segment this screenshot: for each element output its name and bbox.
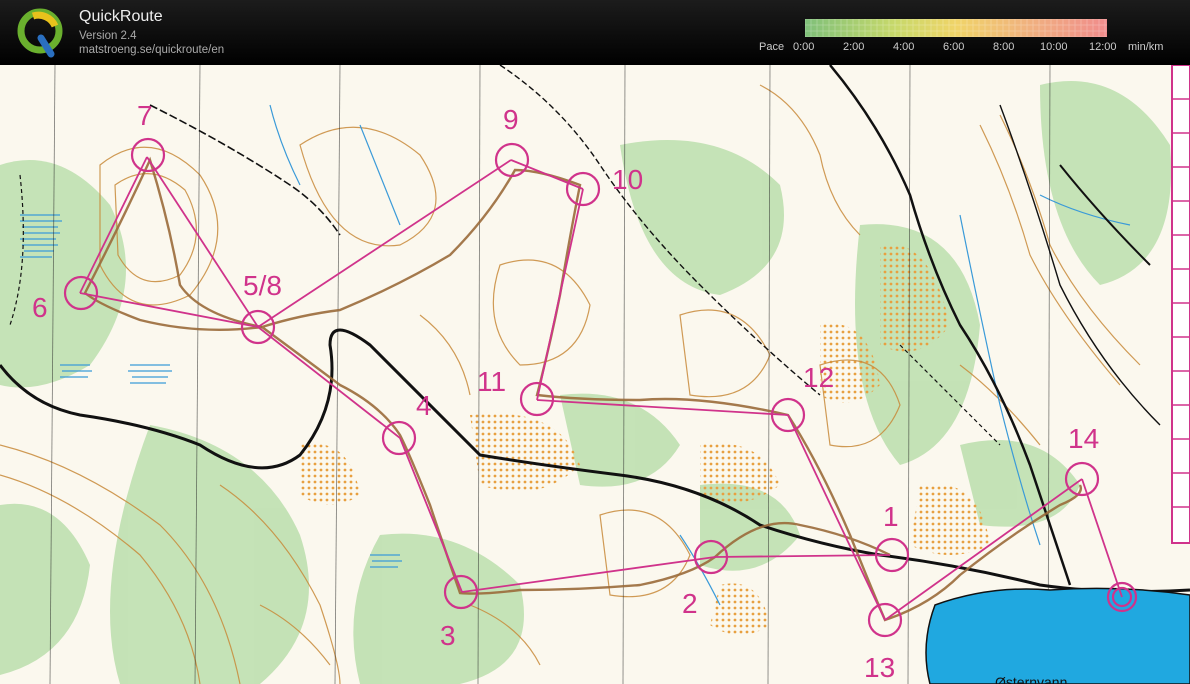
pace-tick: 6:00 [943,41,965,53]
control-description-sheet [1171,65,1190,544]
control-label: 9 [503,104,519,135]
pace-tick: 0:00 [793,41,815,53]
lake-name: Østernvann [995,674,1067,684]
control-label: 7 [137,100,153,131]
map-canvas[interactable]: Østernvann 1 2 3 4 5/8 6 7 9 10 11 12 13… [0,65,1190,684]
control-label: 11 [477,366,506,397]
control-label: 10 [612,164,643,195]
pace-tick: 8:00 [993,41,1015,53]
control-label: 14 [1068,423,1099,454]
pace-unit: min/km [1128,41,1164,53]
app-url[interactable]: matstroeng.se/quickroute/en [79,44,224,56]
pace-tick: 12:00 [1089,41,1117,53]
control-label: 2 [682,588,698,619]
app-version: Version 2.4 [79,30,137,42]
control-label: 6 [32,292,48,323]
pace-tick: 2:00 [843,41,865,53]
quickroute-logo-icon [17,8,63,58]
control-label: 4 [416,390,432,421]
control-label: 3 [440,620,456,651]
lake [925,587,1190,684]
control-label: 13 [864,652,895,683]
pace-color-scale [805,19,1107,37]
pace-label: Pace [759,41,785,53]
control-label: 1 [883,501,899,532]
app-header: QuickRoute Version 2.4 matstroeng.se/qui… [0,0,1190,65]
pace-tick: 10:00 [1040,41,1068,53]
control-label: 5/8 [243,270,282,301]
app-title: QuickRoute [79,8,163,25]
control-label: 12 [803,362,834,393]
pace-tick: 4:00 [893,41,915,53]
orienteering-map[interactable]: Østernvann 1 2 3 4 5/8 6 7 9 10 11 12 13… [0,65,1190,684]
